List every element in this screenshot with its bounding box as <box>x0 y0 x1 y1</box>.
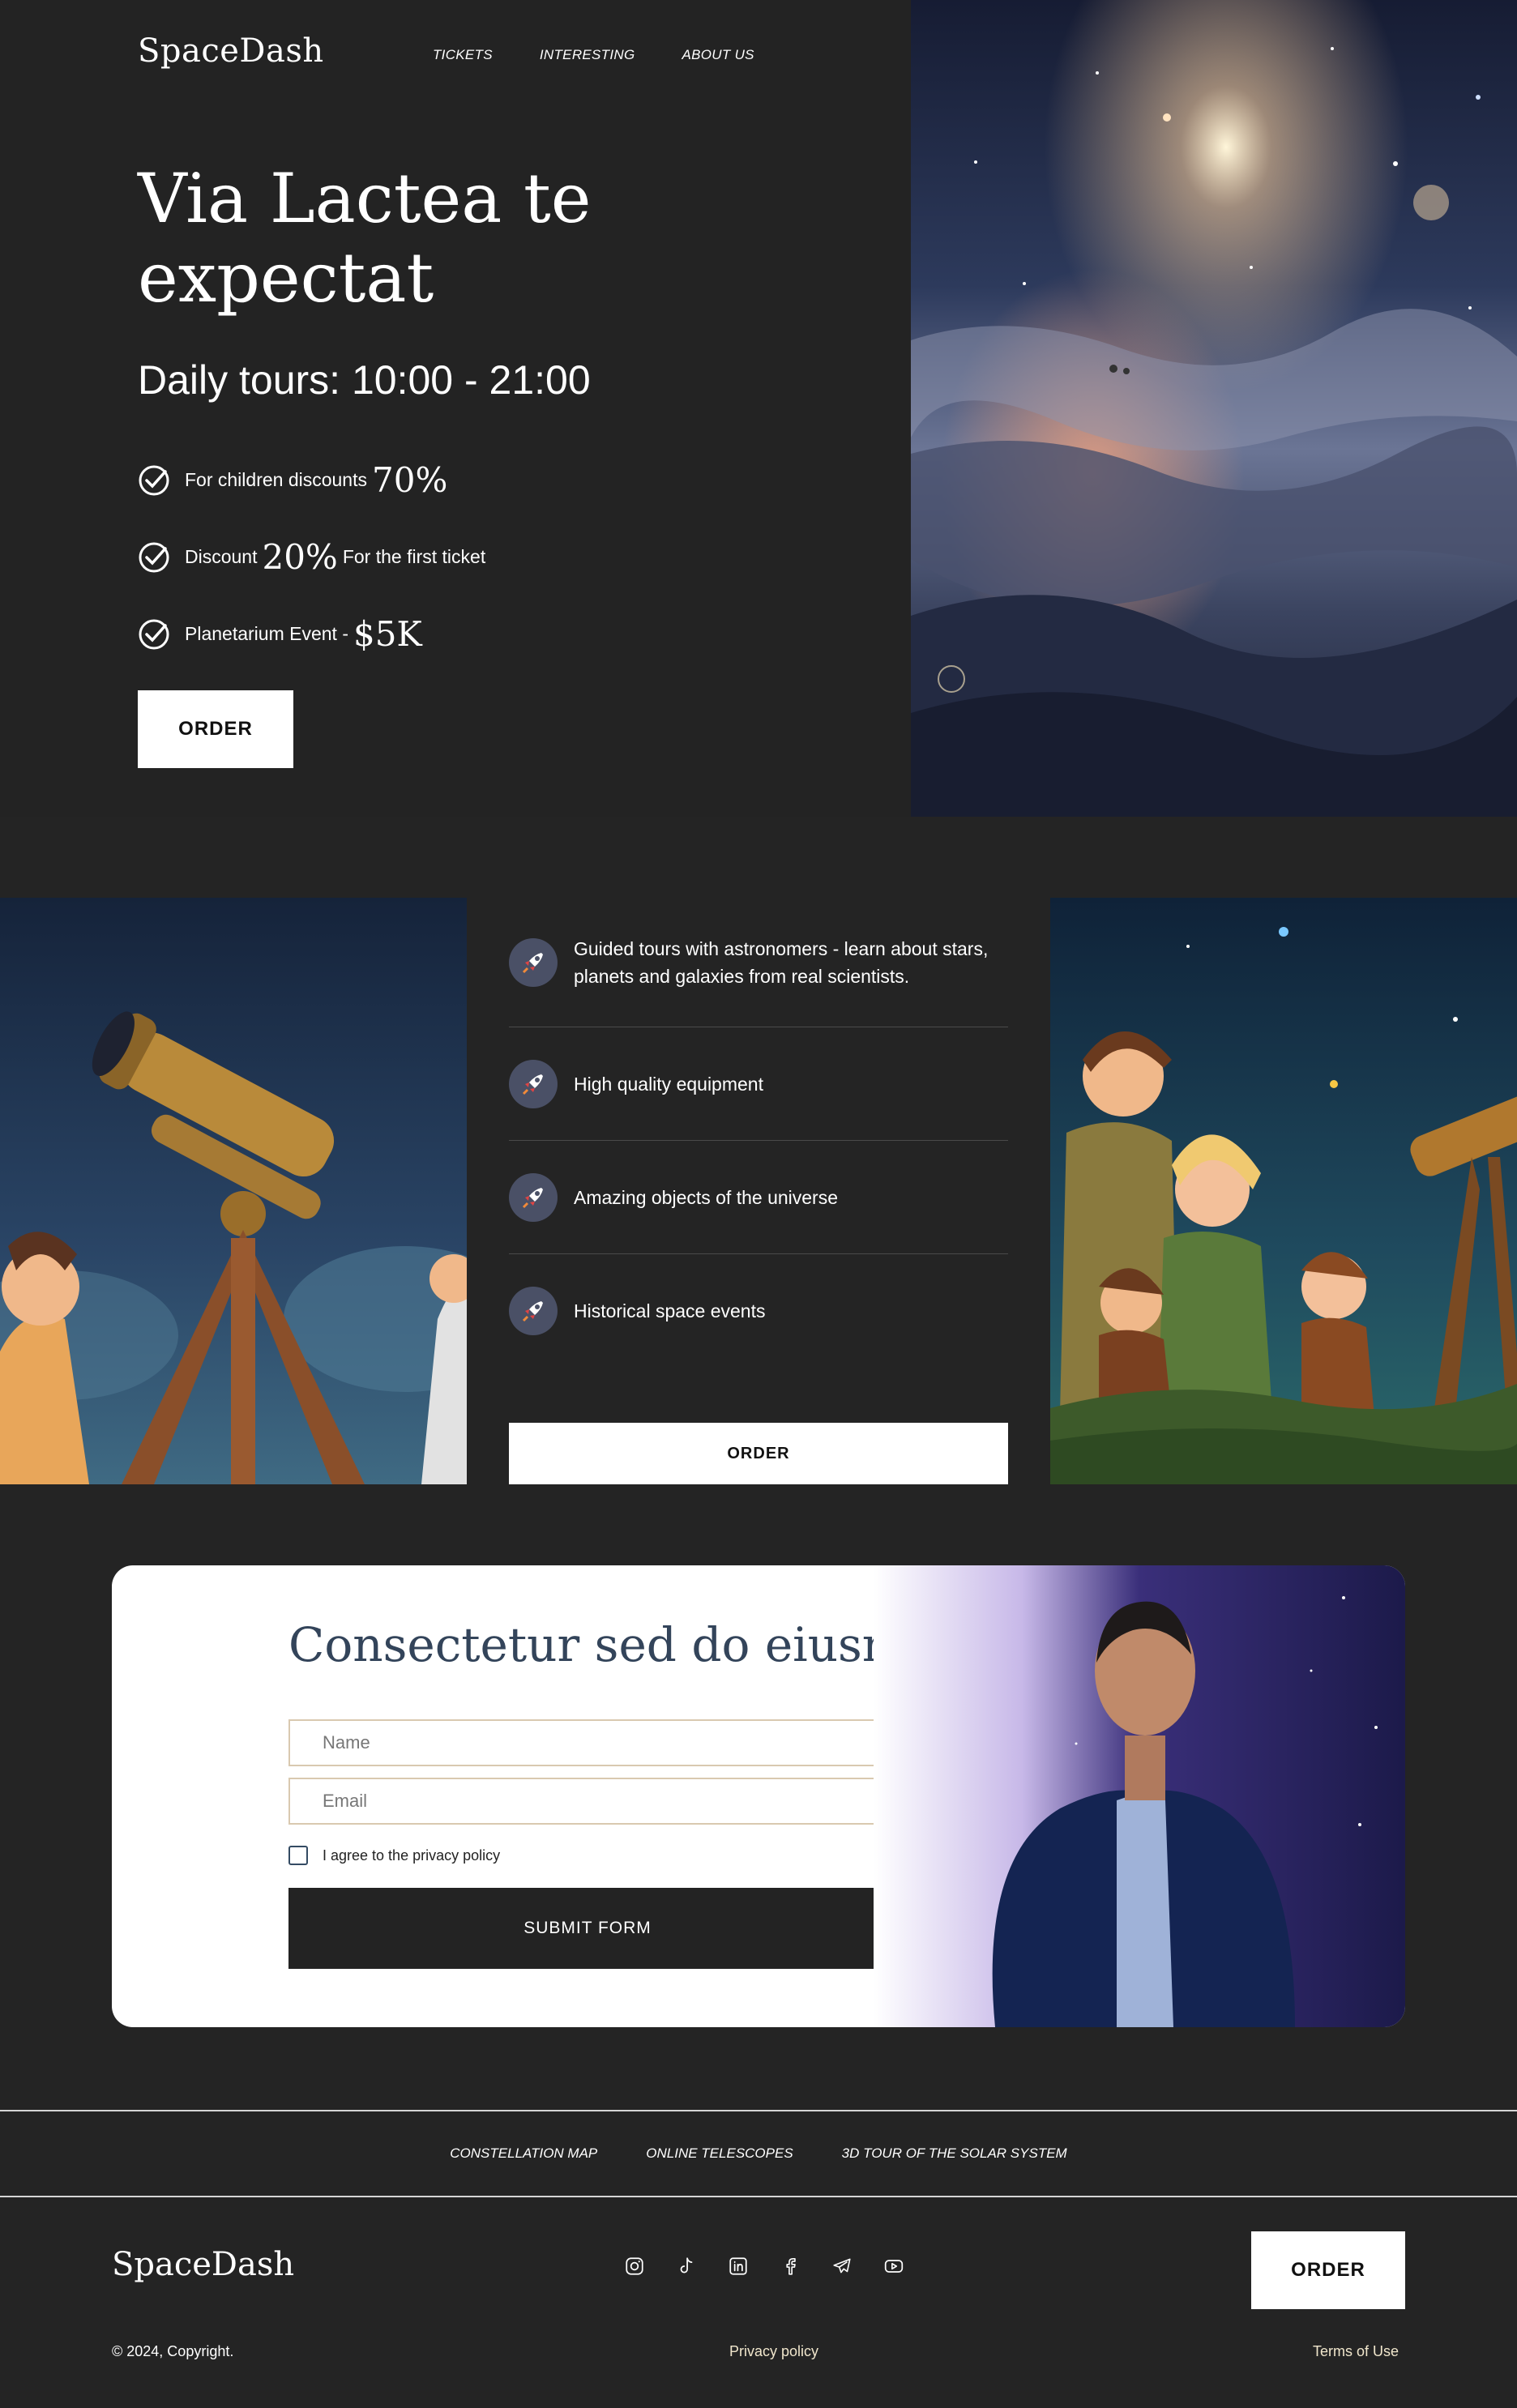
instagram-icon[interactable] <box>624 2256 645 2277</box>
link-3d-tour[interactable]: 3D TOUR OF THE SOLAR SYSTEM <box>842 2145 1067 2162</box>
feature-planetarium-event: Planetarium Event - $5K <box>138 614 427 654</box>
check-circle-icon <box>139 619 169 649</box>
copyright: © 2024, Copyright. <box>112 2343 234 2359</box>
youtube-icon[interactable] <box>883 2256 904 2277</box>
telegram-icon[interactable] <box>831 2256 853 2277</box>
nav-about-us[interactable]: ABOUT US <box>682 47 754 63</box>
feature-first-ticket-discount: Discount 20% For the first ticket <box>138 537 485 577</box>
list-item: Guided tours with astronomers - learn ab… <box>509 898 1008 1027</box>
check-circle-icon <box>139 465 169 495</box>
footer-logo[interactable]: SpaceDash <box>112 2246 294 2283</box>
check-circle-icon <box>139 542 169 572</box>
form-title: Consectetur sed do eiusmod <box>288 1617 965 1672</box>
features-list: Guided tours with astronomers - learn ab… <box>509 898 1008 1368</box>
feature-children-discount: For children discounts 70% <box>138 460 452 500</box>
rocket-icon <box>509 937 558 987</box>
rocket-icon <box>509 1059 558 1108</box>
hero-title: Via Lactea te expectat <box>138 159 592 318</box>
nav-interesting[interactable]: INTERESTING <box>540 47 635 63</box>
rocket-icon <box>509 1287 558 1335</box>
galaxy-landscape-image <box>911 0 1517 817</box>
privacy-policy-link[interactable]: Privacy policy <box>729 2343 818 2360</box>
nav-tickets[interactable]: TICKETS <box>433 47 493 63</box>
social-links <box>624 2256 904 2277</box>
name-field[interactable]: Name <box>288 1719 887 1766</box>
list-item: Historical space events <box>509 1254 1008 1368</box>
list-item: High quality equipment <box>509 1027 1008 1141</box>
linkedin-icon[interactable] <box>728 2256 749 2277</box>
list-item: Amazing objects of the universe <box>509 1141 1008 1254</box>
rocket-icon <box>509 1172 558 1222</box>
tiktok-icon[interactable] <box>676 2256 697 2277</box>
kids-stargazing-illustration <box>1050 898 1517 1484</box>
tour-hours: Daily tours: 10:00 - 21:00 <box>138 357 591 403</box>
link-constellation-map[interactable]: CONSTELLATION MAP <box>450 2145 597 2162</box>
link-online-telescopes[interactable]: ONLINE TELESCOPES <box>646 2145 793 2162</box>
privacy-agreement: I agree to the privacy policy <box>288 1846 500 1865</box>
main-nav: TICKETS INTERESTING ABOUT US <box>433 47 754 63</box>
terms-of-use-link[interactable]: Terms of Use <box>1313 2343 1399 2360</box>
telescope-illustration <box>0 898 467 1484</box>
features-order-button[interactable]: ORDER <box>509 1423 1008 1484</box>
astronomer-photo <box>874 1565 1405 2027</box>
privacy-checkbox[interactable] <box>288 1846 308 1865</box>
email-field[interactable]: Email <box>288 1778 887 1825</box>
hero-order-button[interactable]: ORDER <box>138 690 293 768</box>
secondary-links: CONSTELLATION MAP ONLINE TELESCOPES 3D T… <box>0 2110 1517 2197</box>
footer-order-button[interactable]: ORDER <box>1251 2231 1405 2309</box>
facebook-icon[interactable] <box>780 2256 801 2277</box>
hero-section: SpaceDash TICKETS INTERESTING ABOUT US V… <box>0 0 1517 817</box>
site-logo[interactable]: SpaceDash <box>138 32 324 70</box>
contact-form-card: Consectetur sed do eiusmod Name Email I … <box>112 1565 1405 2027</box>
submit-form-button[interactable]: SUBMIT FORM <box>288 1888 887 1969</box>
